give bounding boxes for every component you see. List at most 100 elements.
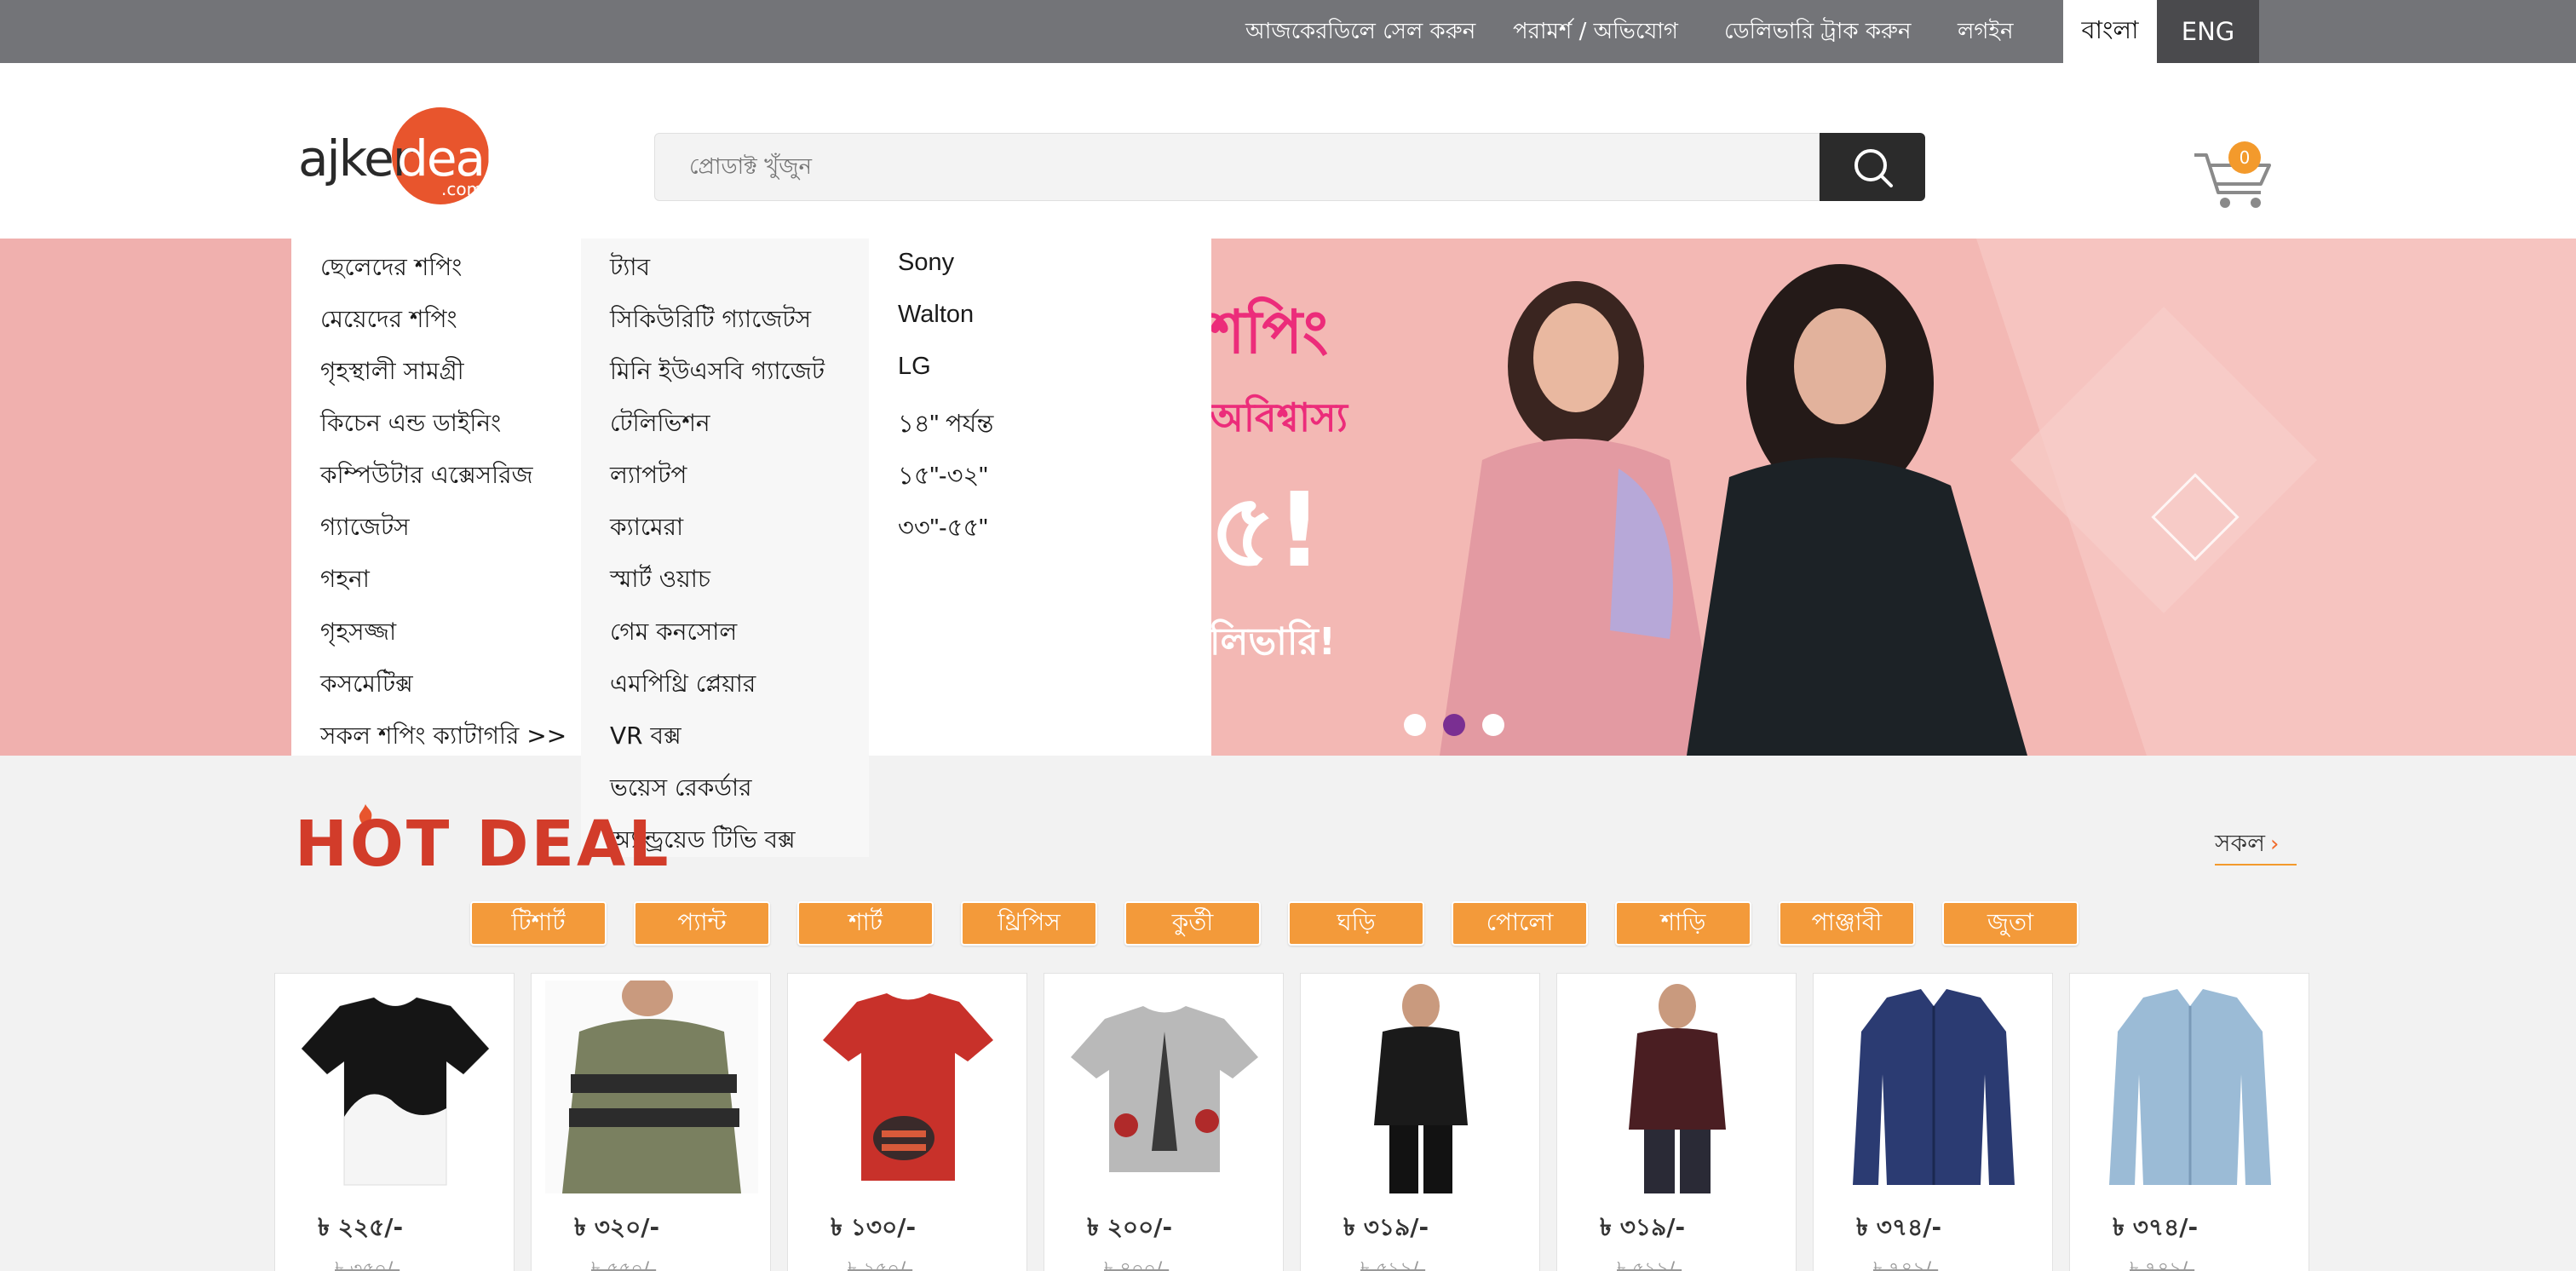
menu-item-camera[interactable]: ক্যামেরা — [610, 509, 683, 549]
product-card[interactable]: ৳ ১৩০/- ৳ ২৫০/- — [787, 973, 1027, 1271]
product-old-price: ৳ ৫১৯/- — [1360, 1259, 1426, 1271]
category-menu-level-1: ছেলেদের শপিং মেয়েদের শপিং গৃহস্থালী সাম… — [291, 239, 581, 756]
menu-item-gadgets[interactable]: গ্যাজেটস — [320, 509, 410, 549]
tag-tshirt[interactable]: টিশার্ট — [470, 901, 607, 946]
logo-text-ajker: ajker — [298, 129, 413, 187]
product-price: ৳ ৩৭৪/- — [2113, 1213, 2199, 1241]
menu-item-smart-watch[interactable]: স্মার্ট ওয়াচ — [610, 561, 710, 601]
product-old-price: ৳ ৫৫০/- — [591, 1259, 657, 1271]
menu-item-vr-box[interactable]: VR বক্স — [610, 717, 681, 757]
category-menu-level-3: Sony Walton LG ১৪" পর্যন্ত ১৫"-৩২" ৩৩"-৫… — [869, 239, 1211, 756]
see-all-label: সকল — [2215, 829, 2265, 857]
menu-item-up-to-14-inch[interactable]: ১৪" পর্যন্ত — [898, 405, 993, 446]
tag-panjabi[interactable]: পাঞ্জাবী — [1779, 901, 1915, 946]
top-bar: আজকেরডিলে সেল করুন পরামর্শ / অভিযোগ ডেলি… — [0, 0, 2576, 63]
category-menu-level-2: ট্যাব সিকিউরিটি গ্যাজেটস মিনি ইউএসবি গ্য… — [581, 239, 869, 857]
menu-item-mens-shopping[interactable]: ছেলেদের শপিং — [320, 249, 462, 289]
banner-text-number: ৫! — [1210, 472, 1323, 590]
menu-item-cosmetics[interactable]: কসমেটিক্স — [320, 665, 413, 705]
menu-item-television[interactable]: টেলিভিশন — [610, 405, 710, 445]
search-button[interactable] — [1820, 133, 1925, 201]
product-price: ৳ ৩১৯/- — [1600, 1213, 1686, 1241]
menu-item-game-console[interactable]: গেম কনসোল — [610, 613, 737, 653]
see-all-link[interactable]: সকল › — [2215, 825, 2297, 866]
cart-count-badge: 0 — [2228, 141, 2261, 174]
menu-item-computer-accessories[interactable]: কম্পিউটার এক্সেসরিজ — [320, 457, 533, 497]
language-bangla-button[interactable]: বাংলা — [2063, 0, 2157, 63]
tag-threepiece[interactable]: থ্রিপিস — [961, 901, 1097, 946]
product-old-price: ৳ ৫১৯/- — [1617, 1259, 1682, 1271]
banner-text-shopping: শপিং — [1210, 297, 1329, 367]
menu-item-15-32-inch[interactable]: ১৫"-৩২" — [898, 457, 988, 498]
menu-item-laptop[interactable]: ল্যাপটপ — [610, 457, 687, 497]
product-image-shirt-denim-dark — [1853, 989, 2015, 1185]
menu-item-tab[interactable]: ট্যাব — [610, 249, 650, 289]
product-old-price: ৳ ২৫০/- — [848, 1259, 913, 1271]
banner-text-unbelievable: অবিশ্বাস্য — [1210, 394, 1348, 440]
product-old-price: ৳ ৪০০/- — [1104, 1259, 1170, 1271]
product-price: ৳ ২০০/- — [1087, 1213, 1173, 1241]
chevron-right-icon: › — [2269, 831, 2280, 857]
tag-pant[interactable]: প্যান্ট — [634, 901, 770, 946]
tag-polo[interactable]: পোলো — [1452, 901, 1588, 946]
search-input[interactable] — [655, 134, 1819, 200]
search-icon — [1854, 149, 1893, 187]
product-card[interactable]: ৳ ৩৭৪/- ৳ ৭৪৯/- — [2069, 973, 2309, 1271]
product-card[interactable]: ৳ ২২৫/- ৳ ৩৫০/- — [274, 973, 515, 1271]
hero-banner-image[interactable]: শপিং অবিশ্বাস্য ৫! লিভারি! — [1210, 239, 2576, 756]
product-price: ৳ ৩১৯/- — [1343, 1213, 1429, 1241]
site-logo[interactable]: ajker deal .com — [298, 107, 497, 208]
banner-decoration — [1440, 239, 2576, 756]
tag-kurti[interactable]: কুর্তী — [1124, 901, 1261, 946]
carousel-dot-3[interactable] — [1482, 714, 1504, 736]
track-delivery-link[interactable]: ডেলিভারি ট্রাক করুন — [1724, 14, 1912, 51]
product-image-tshirt-olive-striped — [545, 981, 758, 1193]
product-image-shirt-maroon-man — [1629, 984, 1726, 1193]
menu-item-all-categories[interactable]: সকল শপিং ক্যাটাগরি >> — [320, 717, 566, 757]
menu-item-jewelry[interactable]: গহনা — [320, 561, 370, 601]
menu-item-womens-shopping[interactable]: মেয়েদের শপিং — [320, 301, 457, 341]
product-price: ৳ ২২৫/- — [318, 1213, 404, 1241]
carousel-dot-1[interactable] — [1404, 714, 1426, 736]
logo-text-com: .com — [441, 179, 484, 199]
product-card[interactable]: ৳ ৩১৯/- ৳ ৫১৯/- — [1300, 973, 1540, 1271]
product-card[interactable]: ৳ ২০০/- ৳ ৪০০/- — [1044, 973, 1284, 1271]
menu-item-household[interactable]: গৃহস্থালী সামগ্রী — [320, 353, 464, 393]
product-image-shirt-denim-light — [2109, 989, 2271, 1185]
menu-item-voice-recorder[interactable]: ভয়েস রেকর্ডার — [610, 769, 752, 809]
product-price: ৳ ১৩০/- — [831, 1213, 917, 1241]
menu-item-home-decor[interactable]: গৃহসজ্জা — [320, 613, 396, 653]
product-image-tshirt-red — [823, 993, 993, 1181]
product-image-shirt-black-man — [1374, 984, 1468, 1193]
tag-shirt[interactable]: শার্ট — [797, 901, 934, 946]
product-image-tshirt-black-white — [301, 997, 490, 1186]
site-header: ajker deal .com 0 — [0, 63, 2576, 239]
sell-on-ajkerdeal-link[interactable]: আজকেরডিলে সেল করুন — [1245, 14, 1475, 51]
product-old-price: ৳ ৭৪৯/- — [2130, 1259, 2195, 1271]
product-old-price: ৳ ৭৪৯/- — [1873, 1259, 1939, 1271]
menu-item-security-gadgets[interactable]: সিকিউরিটি গ্যাজেটস — [610, 301, 811, 341]
login-link[interactable]: লগইন — [1958, 14, 2013, 51]
product-price: ৳ ৩২০/- — [574, 1213, 660, 1241]
language-english-button[interactable]: ENG — [2157, 0, 2259, 63]
product-card[interactable]: ৳ ৩৭৪/- ৳ ৭৪৯/- — [1813, 973, 2053, 1271]
menu-item-kitchen-dining[interactable]: কিচেন এন্ড ডাইনিং — [320, 405, 501, 445]
product-card[interactable]: ৳ ৩১৯/- ৳ ৫১৯/- — [1556, 973, 1797, 1271]
product-old-price: ৳ ৩৫০/- — [335, 1259, 400, 1271]
banner-text-delivery: লিভারি! — [1210, 620, 1336, 664]
feedback-link[interactable]: পরামর্শ / অভিযোগ — [1513, 14, 1678, 51]
tag-shoes[interactable]: জুতা — [1942, 901, 2079, 946]
menu-item-lg[interactable]: LG — [898, 353, 931, 381]
tag-watch[interactable]: ঘড়ি — [1288, 901, 1424, 946]
tag-saree[interactable]: শাড়ি — [1615, 901, 1751, 946]
menu-item-sony[interactable]: Sony — [898, 249, 954, 277]
product-image-tshirt-eiffel — [1071, 1006, 1258, 1172]
search-box — [654, 133, 1820, 201]
carousel-dot-2[interactable] — [1443, 714, 1465, 736]
menu-item-33-55-inch[interactable]: ৩৩"-৫৫" — [898, 509, 988, 550]
product-card[interactable]: ৳ ৩২০/- ৳ ৫৫০/- — [531, 973, 771, 1271]
menu-item-mp3-player[interactable]: এমপিথ্রি প্লেয়ার — [610, 665, 756, 705]
menu-item-walton[interactable]: Walton — [898, 301, 974, 329]
menu-item-mini-usb-gadget[interactable]: মিনি ইউএসবি গ্যাজেট — [610, 353, 825, 393]
cart-button[interactable]: 0 — [2191, 141, 2276, 210]
